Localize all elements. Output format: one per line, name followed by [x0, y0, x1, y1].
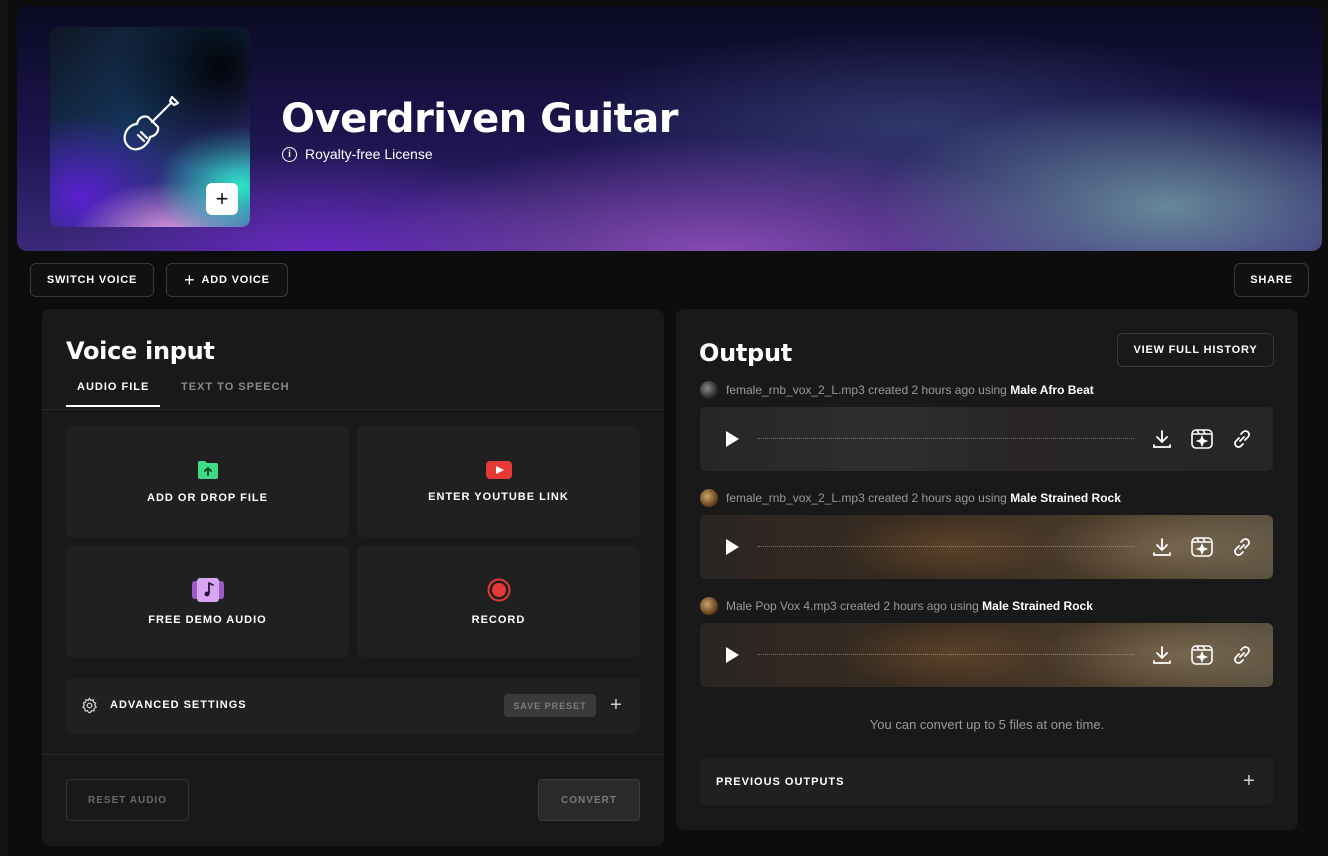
play-icon[interactable] — [726, 539, 739, 555]
waveform[interactable] — [758, 438, 1134, 439]
license-text: Royalty-free License — [305, 146, 433, 162]
share-label: SHARE — [1250, 274, 1293, 286]
voice-avatar — [700, 381, 718, 399]
expand-plus-icon[interactable]: + — [608, 694, 624, 716]
output-title: Output — [699, 339, 792, 367]
output-file-text: female_rnb_vox_2_L.mp3 created 2 hours a… — [726, 383, 1007, 397]
reset-audio-button[interactable]: RESET AUDIO — [66, 779, 189, 821]
license-label: i Royalty-free License — [282, 146, 433, 162]
voice-input-title: Voice input — [66, 337, 215, 365]
add-voice-label: ADD VOICE — [201, 274, 270, 286]
add-voice-button[interactable]: + ADD VOICE — [166, 263, 288, 297]
output-item-meta: Male Pop Vox 4.mp3 created 2 hours ago u… — [700, 597, 1093, 615]
output-file-text: Male Pop Vox 4.mp3 created 2 hours ago u… — [726, 599, 979, 613]
voice-title: Overdriven Guitar — [281, 96, 678, 142]
voice-avatar — [700, 597, 718, 615]
previous-outputs-row[interactable]: PREVIOUS OUTPUTS + — [700, 758, 1273, 805]
video-magic-icon[interactable] — [1190, 643, 1214, 667]
download-icon[interactable] — [1150, 535, 1174, 559]
voice-cover-art: + — [50, 27, 250, 227]
output-voice-name: Male Strained Rock — [982, 599, 1093, 613]
voice-avatar — [700, 489, 718, 507]
audio-player — [700, 623, 1273, 687]
add-or-drop-file-label: ADD OR DROP FILE — [147, 491, 268, 504]
switch-voice-label: SWITCH VOICE — [46, 274, 138, 286]
view-full-history-label: VIEW FULL HISTORY — [1133, 344, 1258, 356]
video-magic-icon[interactable] — [1190, 535, 1214, 559]
enter-youtube-link-label: ENTER YOUTUBE LINK — [428, 490, 569, 503]
video-magic-icon[interactable] — [1190, 427, 1214, 451]
expand-plus-icon[interactable]: + — [1241, 770, 1257, 792]
advanced-settings-label: ADVANCED SETTINGS — [110, 699, 247, 711]
output-item-meta: female_rnb_vox_2_L.mp3 created 2 hours a… — [700, 489, 1121, 507]
gear-icon — [81, 697, 98, 714]
audio-player — [700, 407, 1273, 471]
window-edge — [0, 0, 8, 856]
save-preset-button[interactable]: SAVE PRESET — [504, 694, 596, 717]
conversion-limit-note: You can convert up to 5 files at one tim… — [869, 717, 1105, 732]
change-cover-button[interactable]: + — [206, 183, 238, 215]
record-label: RECORD — [471, 613, 526, 626]
plus-icon: + — [184, 270, 196, 290]
record-tile[interactable]: RECORD — [357, 546, 640, 657]
convert-button[interactable]: CONVERT — [538, 779, 640, 821]
guitar-icon — [123, 95, 180, 151]
enter-youtube-link-tile[interactable]: ENTER YOUTUBE LINK — [357, 426, 640, 537]
link-icon[interactable] — [1230, 535, 1254, 559]
output-panel: Output VIEW FULL HISTORY female_rnb_vox_… — [676, 309, 1298, 830]
youtube-icon — [485, 460, 512, 479]
tab-audio-file[interactable]: AUDIO FILE — [66, 381, 161, 407]
free-demo-audio-label: FREE DEMO AUDIO — [148, 613, 267, 626]
voice-input-panel: Voice input AUDIO FILE TEXT TO SPEECH AD… — [42, 309, 664, 846]
free-demo-audio-tile[interactable]: FREE DEMO AUDIO — [66, 546, 349, 657]
add-or-drop-file-tile[interactable]: ADD OR DROP FILE — [66, 426, 349, 537]
panel-divider — [42, 754, 664, 755]
folder-upload-icon — [197, 460, 218, 479]
play-icon[interactable] — [726, 647, 739, 663]
music-note-icon — [191, 577, 224, 602]
voice-hero-banner: + Overdriven Guitar i Royalty-free Licen… — [17, 6, 1322, 251]
waveform[interactable] — [758, 546, 1134, 547]
waveform[interactable] — [758, 654, 1134, 655]
view-full-history-button[interactable]: VIEW FULL HISTORY — [1117, 333, 1274, 367]
switch-voice-button[interactable]: SWITCH VOICE — [30, 263, 154, 297]
advanced-settings-row[interactable]: ADVANCED SETTINGS SAVE PRESET + — [66, 678, 640, 734]
download-icon[interactable] — [1150, 427, 1174, 451]
link-icon[interactable] — [1230, 643, 1254, 667]
output-item-meta: female_rnb_vox_2_L.mp3 created 2 hours a… — [700, 381, 1094, 399]
play-icon[interactable] — [726, 431, 739, 447]
audio-player — [700, 515, 1273, 579]
share-button[interactable]: SHARE — [1234, 263, 1309, 297]
output-file-text: female_rnb_vox_2_L.mp3 created 2 hours a… — [726, 491, 1007, 505]
tab-text-to-speech[interactable]: TEXT TO SPEECH — [181, 381, 290, 405]
input-tabs: AUDIO FILE TEXT TO SPEECH — [42, 373, 664, 410]
output-voice-name: Male Strained Rock — [1010, 491, 1121, 505]
record-icon — [487, 578, 510, 601]
download-icon[interactable] — [1150, 643, 1174, 667]
previous-outputs-label: PREVIOUS OUTPUTS — [716, 776, 845, 788]
link-icon[interactable] — [1230, 427, 1254, 451]
info-icon[interactable]: i — [282, 146, 297, 162]
output-voice-name: Male Afro Beat — [1010, 383, 1094, 397]
